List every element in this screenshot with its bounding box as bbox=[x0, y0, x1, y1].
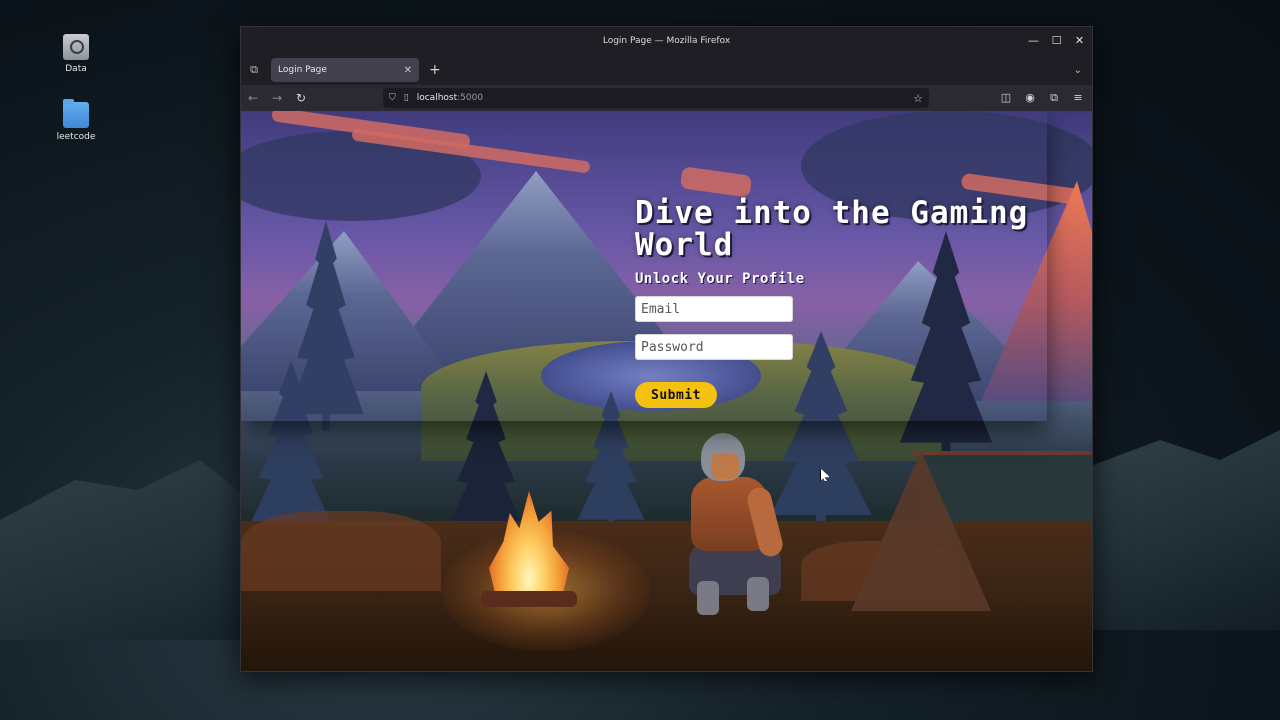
drive-icon bbox=[63, 34, 89, 60]
maximize-button[interactable]: ☐ bbox=[1050, 27, 1063, 55]
chevron-down-icon[interactable]: ⌄ bbox=[1074, 65, 1082, 76]
extensions-icon[interactable]: ⧉ bbox=[1046, 91, 1062, 105]
reload-button[interactable]: ↻ bbox=[289, 91, 313, 105]
character-boot bbox=[747, 577, 769, 611]
pocket-icon[interactable]: ◫ bbox=[998, 91, 1014, 105]
account-icon[interactable]: ◉ bbox=[1022, 91, 1038, 105]
login-form: Dive into the Gaming World Unlock Your P… bbox=[635, 197, 1035, 408]
menu-icon[interactable]: ≡ bbox=[1070, 91, 1086, 105]
wallpaper-ridge-left bbox=[0, 460, 250, 640]
url-host: localhost bbox=[416, 93, 458, 103]
window-controls: — ☐ ✕ bbox=[1027, 27, 1086, 55]
desktop-icon-data[interactable]: Data bbox=[46, 34, 106, 74]
tab-login-page[interactable]: Login Page ✕ bbox=[271, 58, 419, 82]
tab-bar: ⧉ Login Page ✕ + ⌄ bbox=[241, 55, 1092, 85]
password-field[interactable] bbox=[635, 334, 793, 360]
url-bar[interactable]: ⛉ ▯ localhost :5000 ☆ bbox=[383, 88, 929, 108]
tab-close-icon[interactable]: ✕ bbox=[404, 65, 412, 76]
url-port: :5000 bbox=[457, 93, 484, 103]
back-button[interactable]: ← bbox=[241, 91, 265, 105]
new-tab-button[interactable]: + bbox=[429, 62, 441, 78]
bookmark-star-icon[interactable]: ☆ bbox=[913, 92, 923, 105]
page-subtitle: Unlock Your Profile bbox=[635, 271, 805, 287]
desktop-icon-leetcode[interactable]: leetcode bbox=[46, 99, 106, 142]
desktop-icon-label: leetcode bbox=[56, 132, 96, 142]
navigation-toolbar: ← → ↻ ⛉ ▯ localhost :5000 ☆ ◫ ◉ ⧉ ≡ bbox=[241, 85, 1092, 111]
background-grass bbox=[241, 511, 441, 591]
window-title: Login Page — Mozilla Firefox bbox=[602, 36, 731, 46]
folder-icon bbox=[63, 99, 89, 128]
minimize-button[interactable]: — bbox=[1027, 27, 1040, 55]
tab-label: Login Page bbox=[278, 65, 327, 75]
background-fence bbox=[911, 451, 1092, 455]
close-button[interactable]: ✕ bbox=[1073, 27, 1086, 55]
toolbar-right-icons: ◫ ◉ ⧉ ≡ bbox=[998, 91, 1086, 105]
page-title: Dive into the Gaming World bbox=[635, 195, 1029, 263]
campfire-logs bbox=[481, 591, 577, 607]
sitting-warrior-character bbox=[661, 431, 791, 631]
wallpaper-ridge-right bbox=[1080, 430, 1280, 630]
tab-list-icon[interactable]: ⧉ bbox=[241, 63, 267, 77]
page-icon[interactable]: ▯ bbox=[404, 93, 409, 103]
submit-button[interactable]: Submit bbox=[635, 382, 717, 408]
shield-icon[interactable]: ⛉ bbox=[389, 93, 396, 103]
window-titlebar[interactable]: Login Page — Mozilla Firefox — ☐ ✕ bbox=[241, 27, 1092, 55]
forward-button[interactable]: → bbox=[265, 91, 289, 105]
character-face bbox=[711, 453, 739, 479]
desktop-icon-label: Data bbox=[65, 64, 87, 74]
character-boot bbox=[697, 581, 719, 615]
page-viewport: Dive into the Gaming World Unlock Your P… bbox=[241, 111, 1092, 671]
email-field[interactable] bbox=[635, 296, 793, 322]
browser-window: Login Page — Mozilla Firefox — ☐ ✕ ⧉ Log… bbox=[240, 26, 1093, 672]
